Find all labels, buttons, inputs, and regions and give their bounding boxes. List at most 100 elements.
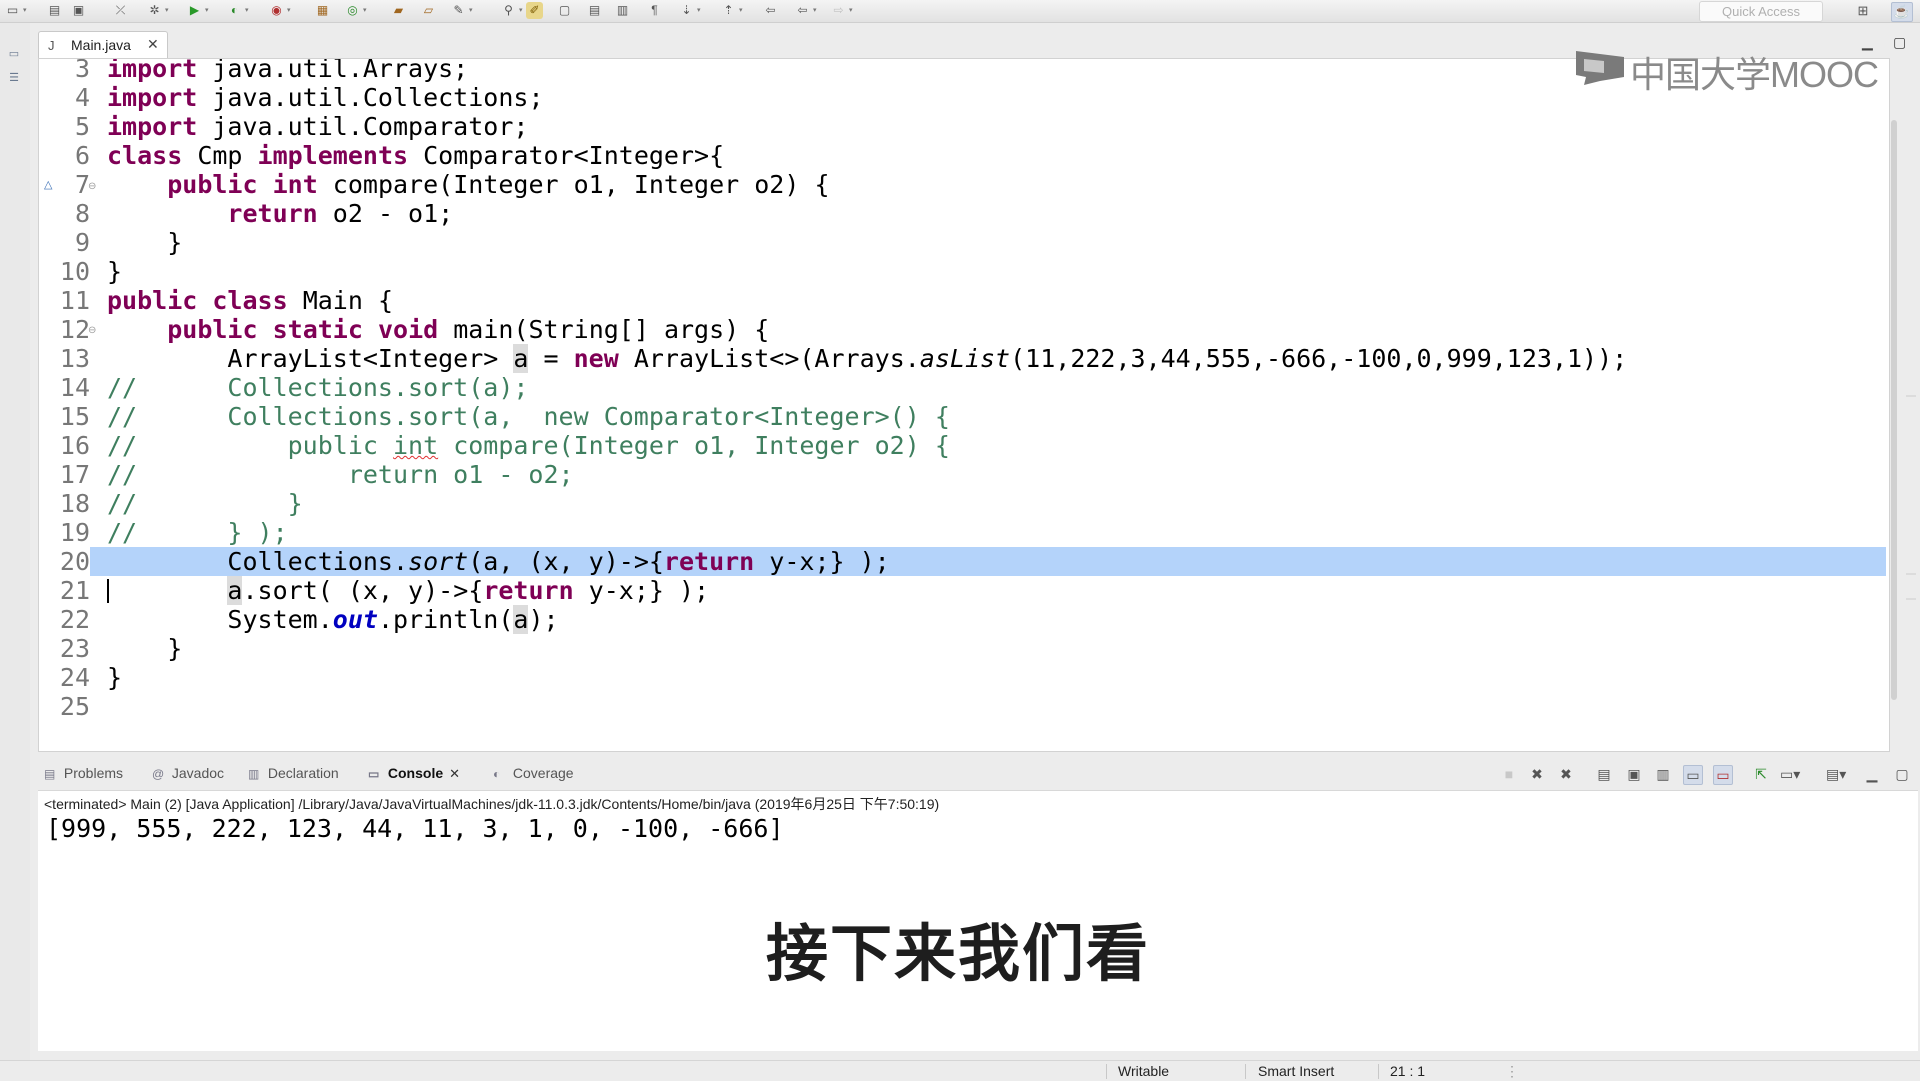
code-line[interactable]: 7 public int compare(Integer o1, Integer… [39,170,1886,199]
code-line[interactable]: 12 public static void main(String[] args… [39,315,1886,344]
code-token: y-x;} ); [573,576,710,605]
status-more-icon[interactable]: ⋮ [1505,1063,1519,1080]
back-icon[interactable]: ⇦ [762,2,779,19]
code-line[interactable]: 6 class Cmp implements Comparator<Integer… [39,141,1886,170]
code-line[interactable]: 25 [39,692,1886,721]
new-icon[interactable]: ▭ ▾ [4,2,27,19]
code-line[interactable]: 14 // Collections.sort(a); [39,373,1886,402]
editor-tab-main-java[interactable]: J Main.java ✕ [38,31,168,59]
clear-console-icon[interactable]: ▤ [1595,765,1613,783]
package-explorer-icon[interactable]: ☰ [7,71,21,85]
close-icon[interactable]: ✕ [147,36,159,53]
minimize-console-icon[interactable]: ▁ [1863,765,1881,783]
code-line[interactable]: 17 // return o1 - o2; [39,460,1886,489]
display-console-icon[interactable]: ▭▾ [1780,765,1800,783]
code-line[interactable]: 19 // } ); [39,518,1886,547]
terminate-icon[interactable]: ■ [1500,765,1518,783]
code-token: asList [919,344,1011,373]
next-annotation-icon[interactable]: ▥ [614,2,631,19]
last-edit-icon[interactable]: ⇡ ▾ [720,2,742,19]
open-perspective-icon[interactable]: ⊞ [1853,2,1873,20]
external-tools-icon[interactable]: ◉ ▾ [268,2,290,19]
code-line[interactable]: 8 return o2 - o1; [39,199,1886,228]
remove-all-launches-icon[interactable]: ✖ [1557,765,1575,783]
remove-launch-icon[interactable]: ✖ [1528,765,1546,783]
console-panel[interactable]: <terminated> Main (2) [Java Application]… [38,790,1918,1051]
print-icon[interactable]: ▣ [70,2,87,19]
pin-console-icon[interactable]: ⇱ [1752,765,1770,783]
new-java-project-icon[interactable]: ▦ [314,2,331,19]
search-icon[interactable]: ✎ ▾ [450,2,472,19]
console-output[interactable]: [999, 555, 222, 123, 44, 11, 3, 1, 0, -1… [46,814,784,843]
tab-declaration[interactable]: ▥ Declaration [248,765,339,785]
java-file-icon: J [48,38,55,53]
toggle-mark-occurrences-icon[interactable]: ⚲ ▾ [500,2,522,19]
debug-icon[interactable]: ✲ ▾ [146,2,168,19]
highlight-icon[interactable]: ✐ [526,2,543,19]
overview-ruler-mark[interactable] [1906,598,1916,600]
fold-toggle-icon[interactable]: ⊖ [88,181,96,192]
save-icon[interactable]: ▤ [46,2,63,19]
code-token: int [392,431,439,460]
line-number: 13 [59,344,90,373]
code-line[interactable]: 11 public class Main { [39,286,1886,315]
tab-javadoc[interactable]: @ Javadoc [152,765,224,785]
code-line[interactable]: 23 } [39,634,1886,663]
scroll-lock-icon[interactable]: ▣ [1625,765,1643,783]
quick-access-input[interactable]: Quick Access [1699,1,1823,22]
coverage-icon[interactable]: ◐ ▾ [226,2,249,19]
line-number: 12 [59,315,90,344]
word-wrap-icon[interactable]: ▥ [1654,765,1672,783]
code-editor[interactable]: 3 import java.util.Arrays; 4 import java.ut… [38,58,1890,752]
code-token: a [513,605,529,634]
tab-console[interactable]: ▭ Console ✕ [368,765,460,785]
code-line[interactable]: 13 ArrayList<Integer> a = new ArrayList<… [39,344,1886,373]
show-on-stderr-icon[interactable]: ▭ [1713,765,1733,785]
maximize-console-icon[interactable]: ▢ [1893,765,1911,783]
skip-breakpoints-icon[interactable]: ⤫ [112,2,129,19]
back-history-icon[interactable]: ⇦ ▾ [794,2,816,19]
prev-annotation-icon[interactable]: ⇣ ▾ [678,2,700,19]
pilcrow-icon[interactable]: ¶ [646,2,663,19]
restore-icon[interactable]: ▭ [7,47,21,61]
code-line[interactable]: 15 // Collections.sort(a, new Comparator<… [39,402,1886,431]
maximize-editor-icon[interactable]: ▢ [1893,34,1906,51]
tab-label: Declaration [267,765,339,781]
code-line[interactable]: 22 System.out.println(a); [39,605,1886,634]
editor-scrollbar[interactable] [1891,120,1897,700]
tab-label: Console [387,765,444,781]
run-icon[interactable]: ▶ ▾ [186,2,209,19]
fold-toggle-icon[interactable]: ⊖ [88,325,96,336]
show-whitespace-icon[interactable]: ▤ [586,2,603,19]
open-console-icon[interactable]: ▤▾ [1826,765,1846,783]
new-class-icon[interactable]: ◎ ▾ [344,2,366,19]
forward-icon[interactable]: ⇨ ▾ [830,2,852,19]
block-selection-icon[interactable]: ▢ [556,2,573,19]
code-token: import [107,112,198,141]
code-line[interactable]: 5 import java.util.Comparator; [39,112,1886,141]
tab-problems[interactable]: ▤ Problems [44,765,123,785]
code-line[interactable]: 20 Collections.sort(a, (x, y)->{return y… [39,547,1886,576]
code-token: // } ); [107,518,288,547]
overview-ruler-mark[interactable] [1906,573,1916,575]
overview-ruler-mark[interactable] [1906,395,1916,397]
code-line[interactable]: 18 // } [39,489,1886,518]
code-line[interactable]: 16 // public int compare(Integer o1, Inte… [39,431,1886,460]
tab-coverage[interactable]: ◐ Coverage [493,765,574,785]
status-separator [1378,1064,1379,1079]
code-line[interactable]: 10} [39,257,1886,286]
code-line[interactable]: 9 } [39,228,1886,257]
show-on-stdout-icon[interactable]: ▭ [1683,765,1703,785]
problems-icon: ▤ [44,767,56,781]
java-perspective-icon[interactable]: ☕ [1891,2,1913,22]
close-icon[interactable]: ✕ [449,766,460,781]
code-token: return [227,199,318,228]
open-type-icon[interactable]: ▰ [390,2,407,19]
code-line[interactable]: 24} [39,663,1886,692]
code-text: import java.util.Arrays; [107,59,468,83]
code-line[interactable]: 21 a.sort( (x, y)->{return y-x;} ); [39,576,1886,605]
console-launch-header: <terminated> Main (2) [Java Application]… [44,796,940,812]
status-bar: Writable Smart Insert 21 : 1 ⋮ [0,1060,1920,1081]
open-task-icon[interactable]: ▱ [420,2,437,19]
